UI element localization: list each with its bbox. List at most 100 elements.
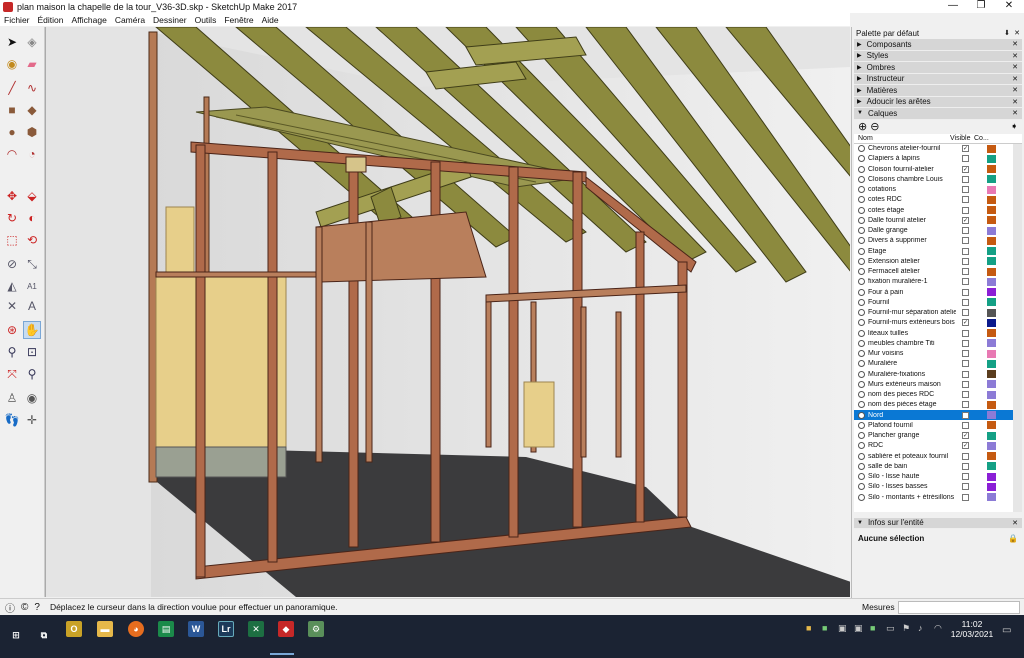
layer-name[interactable]: Four à pain bbox=[868, 289, 956, 296]
layer-row[interactable]: Extension atelier bbox=[854, 256, 1022, 266]
visible-checkbox[interactable] bbox=[962, 452, 969, 460]
line-tool-icon[interactable]: ╱ bbox=[3, 79, 21, 97]
tray-composants[interactable]: ▶ Composants ✕ bbox=[854, 39, 1022, 51]
layer-name[interactable]: Dalle fournil atelier bbox=[868, 217, 956, 224]
layer-name[interactable]: RDC bbox=[868, 442, 956, 449]
layer-name[interactable]: salle de bain bbox=[868, 463, 956, 470]
active-layer-radio[interactable] bbox=[858, 298, 865, 306]
layer-color-swatch[interactable] bbox=[987, 216, 996, 225]
layer-row[interactable]: Mur voisins bbox=[854, 349, 1022, 359]
menu-fenetre[interactable]: Fenêtre bbox=[220, 15, 257, 25]
active-layer-radio[interactable] bbox=[858, 452, 865, 460]
make-component-icon[interactable]: ◈ bbox=[23, 33, 41, 51]
visible-checkbox[interactable]: ✓ bbox=[962, 319, 969, 327]
layer-color-swatch[interactable] bbox=[987, 165, 996, 174]
layer-color-swatch[interactable] bbox=[987, 370, 996, 379]
visible-checkbox[interactable] bbox=[962, 237, 969, 245]
layer-name[interactable]: Extension atelier bbox=[868, 258, 956, 265]
layer-color-swatch[interactable] bbox=[987, 390, 996, 399]
scripts-icon[interactable]: ⚙ bbox=[308, 621, 324, 637]
active-layer-radio[interactable] bbox=[858, 360, 865, 368]
visible-checkbox[interactable] bbox=[962, 278, 969, 286]
layer-row[interactable]: Silo - montants + étrésillons bbox=[854, 492, 1022, 502]
active-layer-radio[interactable] bbox=[858, 206, 865, 214]
tape-measure-icon[interactable]: ⊘ bbox=[3, 255, 21, 273]
layer-row[interactable]: Muralière bbox=[854, 359, 1022, 369]
pie-icon[interactable]: ◔ bbox=[23, 145, 41, 163]
menu-dessiner[interactable]: Dessiner bbox=[149, 15, 191, 25]
active-layer-radio[interactable] bbox=[858, 319, 865, 327]
rotate-icon[interactable]: ↻ bbox=[3, 209, 21, 227]
tray-close-icon[interactable]: ✕ bbox=[1012, 63, 1018, 71]
text-tool-icon[interactable]: A1 bbox=[23, 277, 41, 295]
visible-checkbox[interactable] bbox=[962, 473, 969, 481]
visible-checkbox[interactable] bbox=[962, 288, 969, 296]
menu-aide[interactable]: Aide bbox=[258, 15, 283, 25]
active-layer-radio[interactable] bbox=[858, 155, 865, 163]
visible-checkbox[interactable] bbox=[962, 227, 969, 235]
polygon-icon[interactable]: ⬢ bbox=[23, 123, 41, 141]
active-layer-radio[interactable] bbox=[858, 442, 865, 450]
column-color[interactable]: Co... bbox=[974, 135, 989, 142]
active-layer-radio[interactable] bbox=[858, 401, 865, 409]
wifi-icon[interactable]: ◠ bbox=[934, 623, 942, 634]
pin-icon[interactable]: ⬇ bbox=[1004, 29, 1010, 37]
visible-checkbox[interactable] bbox=[962, 493, 969, 501]
layer-row[interactable]: Chevrons atelier-fournil ✓ bbox=[854, 144, 1022, 154]
visible-checkbox[interactable] bbox=[962, 309, 969, 317]
layer-color-swatch[interactable] bbox=[987, 452, 996, 461]
layer-name[interactable]: Etage bbox=[868, 248, 956, 255]
active-layer-radio[interactable] bbox=[858, 257, 865, 265]
visible-checkbox[interactable] bbox=[962, 186, 969, 194]
notifications-icon[interactable]: ▭ bbox=[1002, 625, 1011, 636]
visible-checkbox[interactable] bbox=[962, 339, 969, 347]
active-layer-radio[interactable] bbox=[858, 237, 865, 245]
layer-name[interactable]: Cloison fournil-atelier bbox=[868, 166, 956, 173]
layer-name[interactable]: cotes étage bbox=[868, 207, 956, 214]
layer-color-swatch[interactable] bbox=[987, 431, 996, 440]
visible-checkbox[interactable] bbox=[962, 370, 969, 378]
layer-row[interactable]: Cloison fournil-atelier ✓ bbox=[854, 164, 1022, 174]
active-layer-radio[interactable] bbox=[858, 145, 865, 153]
visible-checkbox[interactable] bbox=[962, 268, 969, 276]
layer-row[interactable]: fixation muralière-1 bbox=[854, 277, 1022, 287]
maximize-button[interactable]: ❐ bbox=[966, 0, 996, 13]
tray-app-icon[interactable]: ■ bbox=[870, 623, 875, 633]
sheets-icon[interactable]: ▤ bbox=[158, 621, 174, 637]
layer-row[interactable]: nom des pieces RDC bbox=[854, 390, 1022, 400]
visible-checkbox[interactable]: ✓ bbox=[962, 165, 969, 173]
layer-name[interactable]: cotes RDC bbox=[868, 196, 956, 203]
visible-checkbox[interactable] bbox=[962, 298, 969, 306]
offset-icon[interactable]: ⟲ bbox=[23, 231, 41, 249]
layer-color-swatch[interactable] bbox=[987, 400, 996, 409]
visible-checkbox[interactable] bbox=[962, 350, 969, 358]
active-layer-radio[interactable] bbox=[858, 462, 865, 470]
visible-checkbox[interactable] bbox=[962, 206, 969, 214]
previous-view-icon[interactable]: ⚲ bbox=[23, 365, 41, 383]
visible-checkbox[interactable] bbox=[962, 391, 969, 399]
layer-color-swatch[interactable] bbox=[987, 339, 996, 348]
look-around-icon[interactable]: ◉ bbox=[23, 389, 41, 407]
layer-row[interactable]: Silo - lisse haute bbox=[854, 472, 1022, 482]
visible-checkbox[interactable] bbox=[962, 421, 969, 429]
layer-details-icon[interactable]: ➧ bbox=[1010, 121, 1018, 132]
push-pull-icon[interactable]: ⬙ bbox=[23, 187, 41, 205]
layer-name[interactable]: Fournil bbox=[868, 299, 956, 306]
select-tool-icon[interactable]: ➤ bbox=[3, 33, 21, 51]
layer-color-swatch[interactable] bbox=[987, 318, 996, 327]
circle-icon[interactable]: ● bbox=[3, 123, 21, 141]
layer-color-swatch[interactable] bbox=[987, 288, 996, 297]
firefox-icon[interactable]: ◕ bbox=[128, 621, 144, 637]
active-layer-radio[interactable] bbox=[858, 247, 865, 255]
eraser-icon[interactable]: ▰ bbox=[23, 55, 41, 73]
section-plane-icon[interactable]: ✛ bbox=[23, 411, 41, 429]
active-layer-radio[interactable] bbox=[858, 227, 865, 235]
layer-color-swatch[interactable] bbox=[987, 380, 996, 389]
layer-row[interactable]: Silo - lisses basses bbox=[854, 482, 1022, 492]
layer-color-swatch[interactable] bbox=[987, 144, 996, 153]
file-explorer-icon[interactable]: ▬ bbox=[97, 621, 113, 637]
layer-color-swatch[interactable] bbox=[987, 472, 996, 481]
layer-name[interactable]: Plancher grange bbox=[868, 432, 956, 439]
layer-row[interactable]: nom des pièces étage bbox=[854, 400, 1022, 410]
active-layer-radio[interactable] bbox=[858, 288, 865, 296]
